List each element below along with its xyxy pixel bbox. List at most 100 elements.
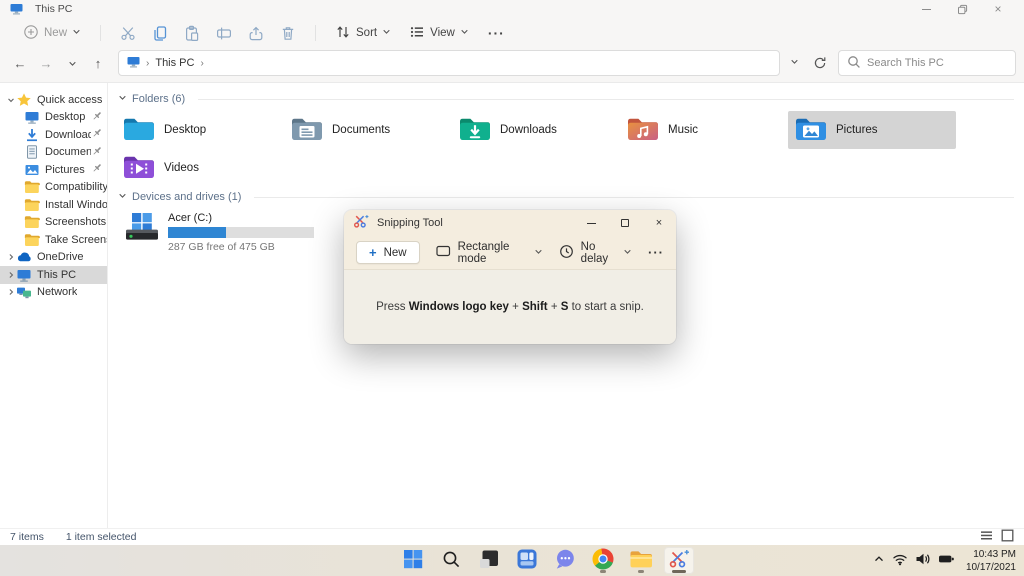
sidebar-item-take-screenshots[interactable]: Take Screenshots (0, 231, 107, 249)
snip-delay-dropdown[interactable]: No delay (559, 241, 632, 265)
rename-icon[interactable] (209, 21, 239, 45)
chevron-right-icon[interactable] (5, 271, 16, 279)
clock[interactable]: 10:43 PM 10/17/2021 (966, 548, 1016, 574)
taskbar-task-view-button[interactable] (474, 547, 504, 574)
taskbar-chrome-button[interactable] (588, 547, 618, 574)
large-icons-view-icon[interactable] (1001, 529, 1014, 545)
folder-tile-music[interactable]: Music (620, 111, 788, 149)
taskbar-chat-button[interactable] (550, 547, 580, 574)
wifi-icon[interactable] (892, 552, 908, 569)
address-dropdown-button[interactable] (782, 51, 806, 75)
close-button[interactable]: × (642, 210, 676, 236)
up-button[interactable]: ↑ (86, 51, 110, 75)
chevron-down-icon[interactable] (5, 96, 16, 104)
snip-mode-dropdown[interactable]: Rectangle mode (436, 241, 543, 265)
sidebar-item-onedrive[interactable]: OneDrive (0, 249, 107, 267)
copy-icon[interactable] (145, 21, 175, 45)
delete-icon[interactable] (273, 21, 303, 45)
snipping-tool-toolbar: + New Rectangle mode No delay ··· (344, 236, 676, 270)
more-options-button[interactable]: ··· (480, 25, 513, 41)
folder-name: Pictures (836, 124, 878, 136)
star-icon (16, 92, 32, 108)
sidebar-item-install-windows-11[interactable]: Install Windows 11 (0, 196, 107, 214)
drive-free-space: 287 GB free of 475 GB (168, 241, 314, 253)
sidebar-item-compatibility-mode[interactable]: Compatibility Mode (0, 179, 107, 197)
chevron-right-icon[interactable] (5, 253, 16, 261)
taskbar-snipping-tool-button[interactable] (664, 547, 694, 574)
sidebar-item-downloads[interactable]: Downloads (0, 126, 107, 144)
thispc-icon (16, 267, 32, 283)
hard-drive-icon (125, 212, 159, 253)
show-hidden-icons-chevron[interactable] (873, 554, 885, 567)
toolbar-divider (100, 25, 101, 41)
folder-tile-desktop[interactable]: Desktop (116, 111, 284, 149)
battery-icon[interactable] (938, 552, 955, 569)
desktop-icon (24, 109, 40, 125)
sidebar-item-label: Compatibility Mode (45, 181, 107, 193)
forward-button[interactable]: → (34, 51, 58, 75)
rectangle-icon (436, 244, 451, 261)
devices-section-header[interactable]: Devices and drives (1) (118, 191, 1018, 203)
chevron-down-icon (460, 27, 469, 39)
documents-icon (24, 144, 40, 160)
maximize-button[interactable] (608, 210, 642, 236)
share-icon[interactable] (241, 21, 271, 45)
running-indicator (638, 570, 644, 573)
see-more-button[interactable]: ··· (648, 245, 664, 260)
folder-tile-videos[interactable]: Videos (116, 149, 284, 187)
close-button[interactable]: × (980, 0, 1016, 18)
tray-time: 10:43 PM (966, 548, 1016, 561)
sidebar-item-this-pc[interactable]: This PC (0, 266, 107, 284)
folder-tile-downloads[interactable]: Downloads (452, 111, 620, 149)
folder-name: Music (668, 124, 698, 136)
taskbar-start-button[interactable] (398, 547, 428, 574)
refresh-icon[interactable] (808, 51, 832, 75)
sidebar-item-label: Screenshots (45, 216, 106, 228)
volume-icon[interactable] (915, 552, 931, 569)
folder-icon (24, 197, 40, 213)
address-bar[interactable]: › This PC › (118, 50, 780, 76)
chevron-down-icon (72, 27, 81, 39)
chevron-right-icon[interactable] (5, 288, 16, 296)
sidebar-item-network[interactable]: Network (0, 284, 107, 302)
sidebar-item-documents[interactable]: Documents (0, 144, 107, 162)
snipping-tool-window: Snipping Tool × + New Rectangle mode No … (344, 210, 676, 344)
back-button[interactable]: ← (8, 51, 32, 75)
breadcrumb[interactable]: This PC (155, 57, 194, 69)
folder-icon (24, 214, 40, 230)
folders-section-header[interactable]: Folders (6) (118, 93, 1018, 105)
folder-tile-pictures[interactable]: Pictures (788, 111, 956, 149)
sort-button[interactable]: Sort (328, 20, 398, 47)
sidebar-item-screenshots[interactable]: Screenshots (0, 214, 107, 232)
sidebar-item-quick-access[interactable]: Quick access (0, 91, 107, 109)
chevron-right-icon: › (146, 58, 149, 69)
cut-icon[interactable] (113, 21, 143, 45)
minimize-button[interactable] (574, 210, 608, 236)
capacity-bar (168, 227, 314, 238)
drive-item[interactable]: Acer (C:)287 GB free of 475 GB (122, 209, 322, 256)
taskbar-buttons (398, 545, 694, 576)
section-divider (254, 197, 1014, 198)
sidebar-item-pictures[interactable]: Pictures (0, 161, 107, 179)
new-button[interactable]: New (16, 20, 88, 47)
taskbar-file-explorer-button[interactable] (626, 547, 656, 574)
window-controls: × (908, 0, 1016, 18)
taskbar-search-button[interactable] (436, 547, 466, 574)
sidebar-item-label: Network (37, 286, 77, 298)
minimize-button[interactable] (908, 0, 944, 18)
history-dropdown-button[interactable] (60, 51, 84, 75)
folder-tile-documents[interactable]: Documents (284, 111, 452, 149)
running-indicator (600, 570, 606, 573)
new-snip-button[interactable]: + New (356, 241, 420, 264)
taskbar-widgets-button[interactable] (512, 547, 542, 574)
details-view-icon[interactable] (980, 529, 993, 545)
search-input[interactable] (867, 57, 1007, 69)
folder-documents-icon (290, 115, 324, 146)
section-divider (198, 99, 1014, 100)
view-button[interactable]: View (402, 20, 476, 47)
paste-icon[interactable] (177, 21, 207, 45)
taskbar: 10:43 PM 10/17/2021 (0, 545, 1024, 576)
chevron-down-icon (118, 191, 127, 203)
sidebar-item-desktop[interactable]: Desktop (0, 109, 107, 127)
restore-button[interactable] (944, 0, 980, 18)
